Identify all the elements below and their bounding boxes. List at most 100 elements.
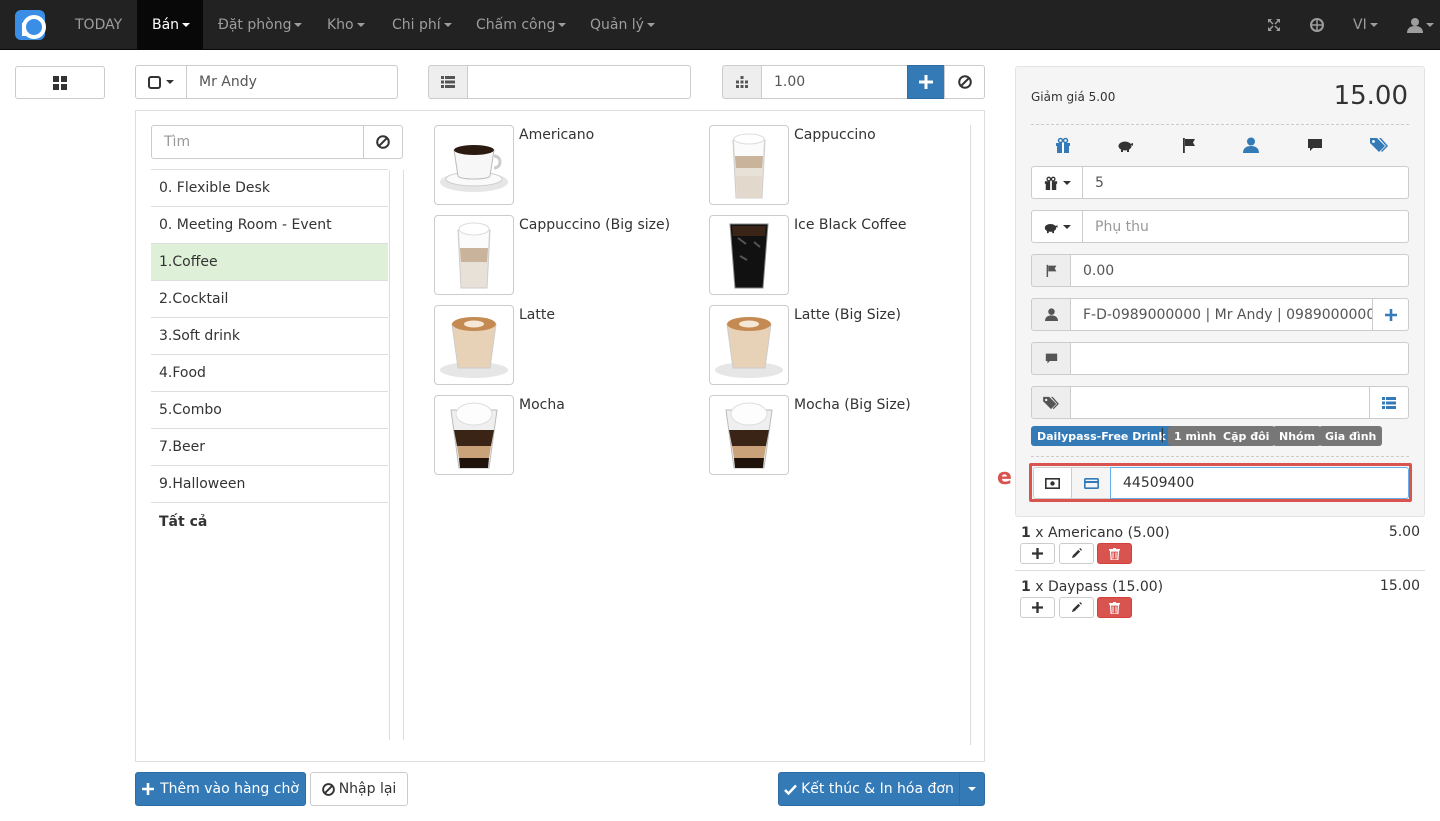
category-item-selected[interactable]: 1.Coffee	[151, 244, 388, 281]
product-name: Latte	[519, 307, 555, 323]
product-card[interactable]: Latte	[434, 305, 704, 387]
list-icon	[441, 76, 455, 88]
order-line-text: x Americano (5.00)	[1035, 525, 1170, 541]
order-summary-panel	[1015, 66, 1425, 517]
category-item[interactable]: 0. Meeting Room - Event	[151, 207, 388, 244]
cash-payment-button[interactable]	[1033, 467, 1072, 499]
surcharge-type-dropdown[interactable]	[1031, 210, 1083, 243]
gift-icon[interactable]	[1055, 137, 1071, 153]
delete-line-button[interactable]	[1097, 597, 1132, 618]
finish-print-button[interactable]: Kết thúc & In hóa đơn	[778, 772, 960, 806]
increase-qty-button[interactable]	[1020, 543, 1055, 564]
product-card[interactable]: Ice Black Coffee	[709, 215, 979, 297]
nav-kho[interactable]: Kho	[312, 0, 380, 50]
discount-type-dropdown[interactable]	[1031, 166, 1083, 199]
category-item[interactable]: 2.Cocktail	[151, 281, 388, 318]
flag-input[interactable]: 0.00	[1070, 254, 1409, 287]
product-card[interactable]: Cappuccino	[709, 125, 979, 207]
category-item[interactable]: 0. Flexible Desk	[151, 170, 388, 207]
category-item[interactable]: 9.Halloween	[151, 466, 388, 503]
product-card[interactable]: Latte (Big Size)	[709, 305, 979, 387]
piggy-bank-icon[interactable]	[1117, 137, 1133, 153]
reset-button[interactable]: Nhập lại	[310, 772, 408, 806]
category-search-input[interactable]: Tìm	[151, 125, 364, 159]
surcharge-placeholder: Phụ thu	[1095, 218, 1149, 235]
nav-cham-cong[interactable]: Chấm công	[461, 0, 581, 50]
order-total: 15.00	[1333, 81, 1408, 111]
mocha-image	[434, 395, 514, 475]
add-customer-button[interactable]	[1372, 298, 1409, 331]
search-placeholder: Tìm	[164, 134, 191, 150]
nav-kho-label: Kho	[327, 17, 354, 33]
user-icon[interactable]	[1243, 137, 1259, 153]
order-line-price: 15.00	[1379, 578, 1420, 594]
quantity-addon	[722, 65, 762, 99]
payment-input[interactable]: 44509400	[1110, 467, 1409, 499]
app-logo[interactable]	[15, 10, 46, 40]
product-card[interactable]: Mocha	[434, 395, 704, 477]
reset-label: Nhập lại	[338, 781, 397, 797]
ban-icon	[376, 135, 390, 149]
product-card[interactable]: Mocha (Big Size)	[709, 395, 979, 477]
grid-view-button[interactable]	[15, 66, 105, 99]
tags-icon[interactable]	[1370, 137, 1388, 153]
pencil-icon	[1071, 602, 1082, 613]
clear-quantity-button[interactable]	[944, 65, 985, 99]
tags-list-button[interactable]	[1369, 386, 1409, 419]
nav-ban[interactable]: Bán	[137, 0, 203, 50]
pencil-icon	[1071, 548, 1082, 559]
tag-nhom[interactable]: Nhóm	[1273, 426, 1322, 446]
product-card[interactable]: Americano	[434, 125, 704, 207]
table-input[interactable]	[467, 65, 691, 99]
add-button[interactable]	[907, 65, 945, 99]
add-to-queue-button[interactable]: Thêm vào hàng chờ	[135, 772, 306, 806]
tag-1-minh[interactable]: 1 mình	[1168, 426, 1223, 446]
comment-icon[interactable]	[1307, 137, 1323, 153]
tags-input[interactable]	[1070, 386, 1370, 419]
plus-icon	[142, 783, 155, 795]
customer-addon	[1031, 298, 1071, 331]
user-menu[interactable]	[1392, 0, 1440, 50]
nav-quan-ly-label: Quản lý	[590, 17, 644, 33]
user-icon	[1044, 308, 1058, 321]
discount-input[interactable]: 5	[1082, 166, 1409, 199]
card-payment-button[interactable]	[1071, 467, 1111, 499]
category-item[interactable]: 5.Combo	[151, 392, 388, 429]
increase-qty-button[interactable]	[1020, 597, 1055, 618]
tag-cap-doi[interactable]: Cặp đôi	[1217, 426, 1276, 446]
edit-line-button[interactable]	[1059, 543, 1094, 564]
nav-cham-cong-label: Chấm công	[476, 17, 556, 33]
flag-icon[interactable]	[1181, 137, 1197, 153]
category-item[interactable]: 7.Beer	[151, 429, 388, 466]
customer-input[interactable]: Mr Andy	[186, 65, 398, 99]
globe-icon[interactable]	[1294, 0, 1340, 50]
customer-info-input[interactable]: F-D-0989000000 | Mr Andy | 0989000000	[1070, 298, 1373, 331]
trash-icon	[1109, 601, 1120, 614]
category-item[interactable]: 4.Food	[151, 355, 388, 392]
trash-icon	[1109, 547, 1120, 560]
finish-options-dropdown[interactable]	[959, 772, 985, 806]
product-scroll-line	[403, 170, 404, 740]
language-dropdown[interactable]: VI	[1338, 0, 1393, 50]
category-item-all[interactable]: Tất cả	[151, 503, 388, 540]
square-icon	[148, 75, 161, 89]
nav-today[interactable]: TODAY	[60, 0, 137, 50]
fullscreen-icon[interactable]	[1252, 0, 1296, 50]
list-icon	[1382, 396, 1396, 409]
surcharge-input[interactable]: Phụ thu	[1082, 210, 1409, 243]
table-addon	[428, 65, 468, 99]
nav-quan-ly[interactable]: Quản lý	[575, 0, 670, 50]
product-name: Latte (Big Size)	[794, 307, 901, 323]
tag-gia-dinh[interactable]: Gia đình	[1319, 426, 1383, 446]
product-card[interactable]: Cappuccino (Big size)	[434, 215, 704, 297]
delete-line-button[interactable]	[1097, 543, 1132, 564]
clear-search-button[interactable]	[363, 125, 403, 159]
nav-dat-phong[interactable]: Đặt phòng	[203, 0, 317, 50]
cash-icon	[1045, 477, 1060, 489]
category-item[interactable]: 3.Soft drink	[151, 318, 388, 355]
nav-chi-phi[interactable]: Chi phí	[377, 0, 467, 50]
comment-input[interactable]	[1070, 342, 1409, 375]
customer-type-dropdown[interactable]	[135, 65, 187, 99]
edit-line-button[interactable]	[1059, 597, 1094, 618]
quantity-input[interactable]: 1.00	[761, 65, 908, 99]
